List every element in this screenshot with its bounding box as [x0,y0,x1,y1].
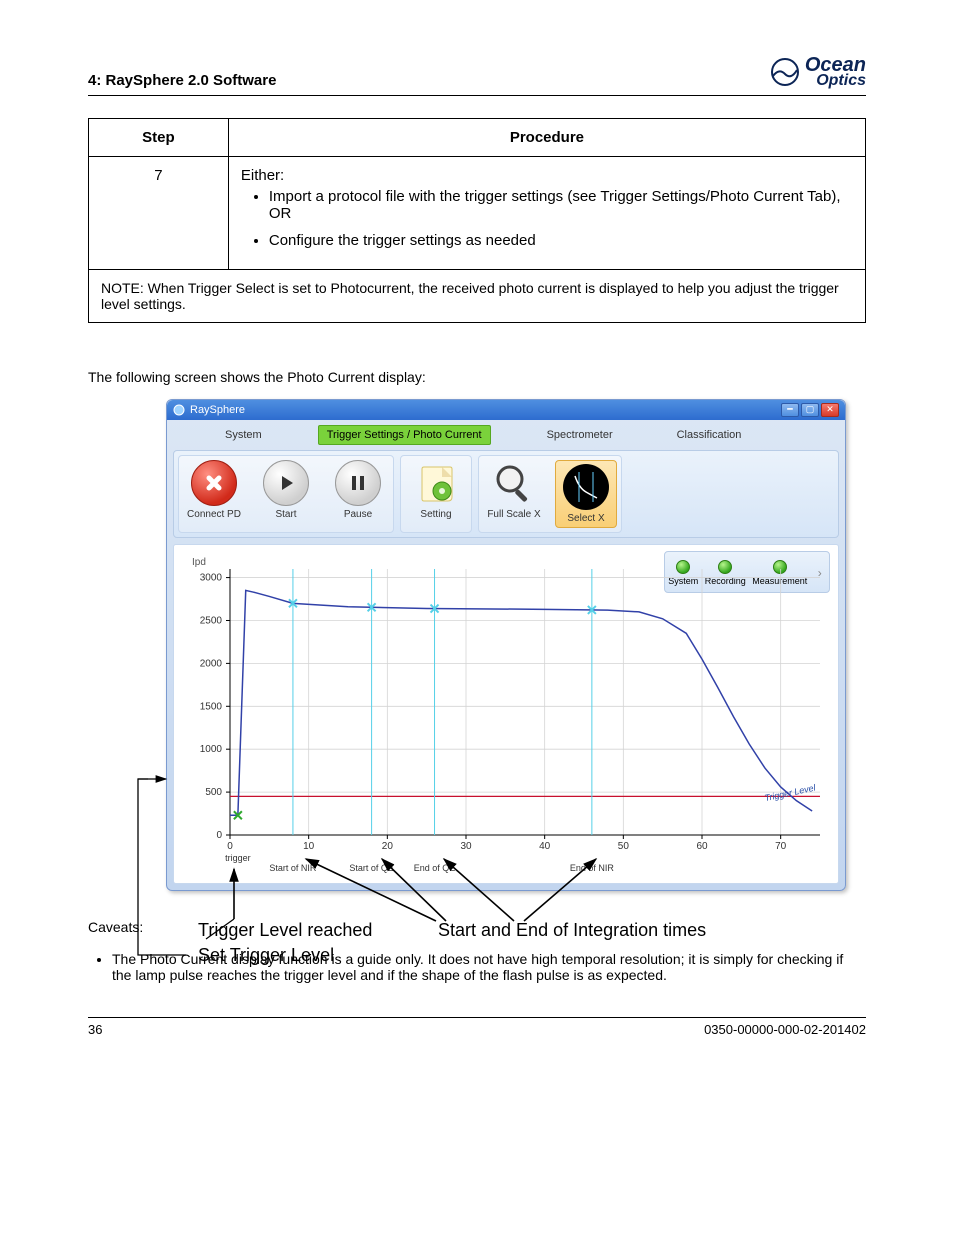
close-button[interactable]: ✕ [821,403,839,417]
svg-text:60: 60 [696,841,708,852]
svg-text:1000: 1000 [200,744,223,755]
procedure-note: NOTE: When Trigger Select is set to Phot… [89,269,866,322]
toolbar-label: Full Scale X [483,509,545,520]
wave-icon [771,58,799,86]
chart-area: System Recording Measurement › Ipd050010… [173,544,839,884]
step-lead: Either: [241,167,284,184]
doc-number: 0350-00000-000-02-201402 [704,1022,866,1037]
svg-text:End of QE: End of QE [414,863,456,873]
app-icon [173,404,185,416]
toolbar-label: Setting [405,509,467,520]
svg-text:30: 30 [460,841,472,852]
app-window: RaySphere ━ ▢ ✕ System Trigger Settings … [166,399,846,891]
svg-text:0: 0 [216,830,222,841]
svg-text:10: 10 [303,841,315,852]
maximize-button[interactable]: ▢ [801,403,819,417]
svg-text:Ipd: Ipd [192,557,206,568]
window-titlebar: RaySphere ━ ▢ ✕ [167,400,845,420]
start-button[interactable]: Start [255,460,317,528]
svg-text:50: 50 [618,841,630,852]
screenshot-wrap: RaySphere ━ ▢ ✕ System Trigger Settings … [126,399,846,891]
toolbar-label: Connect PD [183,509,245,520]
settings-icon [413,460,459,506]
svg-text:trigger: trigger [225,853,251,863]
svg-text:End of NIR: End of NIR [570,863,615,873]
svg-text:2500: 2500 [200,615,223,626]
select-range-icon [563,464,609,510]
step-body: Either: Import a protocol file with the … [228,156,865,269]
page-footer: 36 0350-00000-000-02-201402 [88,1017,866,1037]
connect-pd-button[interactable]: Connect PD [183,460,245,528]
brand-logo: Ocean Optics [771,56,866,89]
photocurrent-chart: Ipd 0 500 1000 1500 2000 2500 3000 0 10 20 30 40 50 60… [184,553,832,879]
window-title: RaySphere [190,404,245,416]
tab-trigger-settings[interactable]: Trigger Settings / Photo Current [318,425,491,445]
col-step-header: Step [89,118,229,156]
col-procedure-header: Procedure [228,118,865,156]
svg-text:40: 40 [539,841,551,852]
page-number: 36 [88,1022,102,1037]
svg-text:0: 0 [227,841,233,852]
header-section-title: 4: RaySphere 2.0 Software [88,72,276,89]
svg-text:2000: 2000 [200,658,223,669]
annotation-trigger-reached: Trigger Level reached [198,920,372,941]
tab-system[interactable]: System [217,426,270,444]
svg-text:20: 20 [382,841,394,852]
select-x-button[interactable]: Select X [555,460,617,528]
screenshot-caption: The following screen shows the Photo Cur… [88,369,866,385]
pause-button[interactable]: Pause [327,460,389,528]
main-tabs: System Trigger Settings / Photo Current … [167,420,845,446]
toolbar: Connect PD Start Pause [173,450,839,538]
procedure-table: Step Procedure 7 Either: Import a protoc… [88,118,866,323]
svg-text:Start of NIR: Start of NIR [269,863,317,873]
full-scale-x-button[interactable]: Full Scale X [483,460,545,528]
page-header: 4: RaySphere 2.0 Software Ocean Optics [88,56,866,96]
svg-text:70: 70 [775,841,787,852]
toolbar-label: Select X [556,513,616,524]
disconnect-icon [191,460,237,506]
step-number: 7 [89,156,229,269]
step-bullet: Import a protocol file with the trigger … [269,188,853,222]
toolbar-label: Start [255,509,317,520]
pause-icon [335,460,381,506]
svg-text:500: 500 [205,787,222,798]
tab-classification[interactable]: Classification [669,426,750,444]
annotation-integration-times: Start and End of Integration times [438,920,706,941]
toolbar-label: Pause [327,509,389,520]
tab-spectrometer[interactable]: Spectrometer [539,426,621,444]
magnifier-icon [491,460,537,506]
annotation-set-trigger-level: Set Trigger Level [198,945,334,966]
svg-text:Start of QE: Start of QE [349,863,394,873]
svg-text:1500: 1500 [200,701,223,712]
play-icon [263,460,309,506]
svg-text:3000: 3000 [200,572,223,583]
svg-text:Trigger Level: Trigger Level [764,782,818,803]
minimize-button[interactable]: ━ [781,403,799,417]
setting-button[interactable]: Setting [405,460,467,528]
step-bullet: Configure the trigger settings as needed [269,232,853,249]
